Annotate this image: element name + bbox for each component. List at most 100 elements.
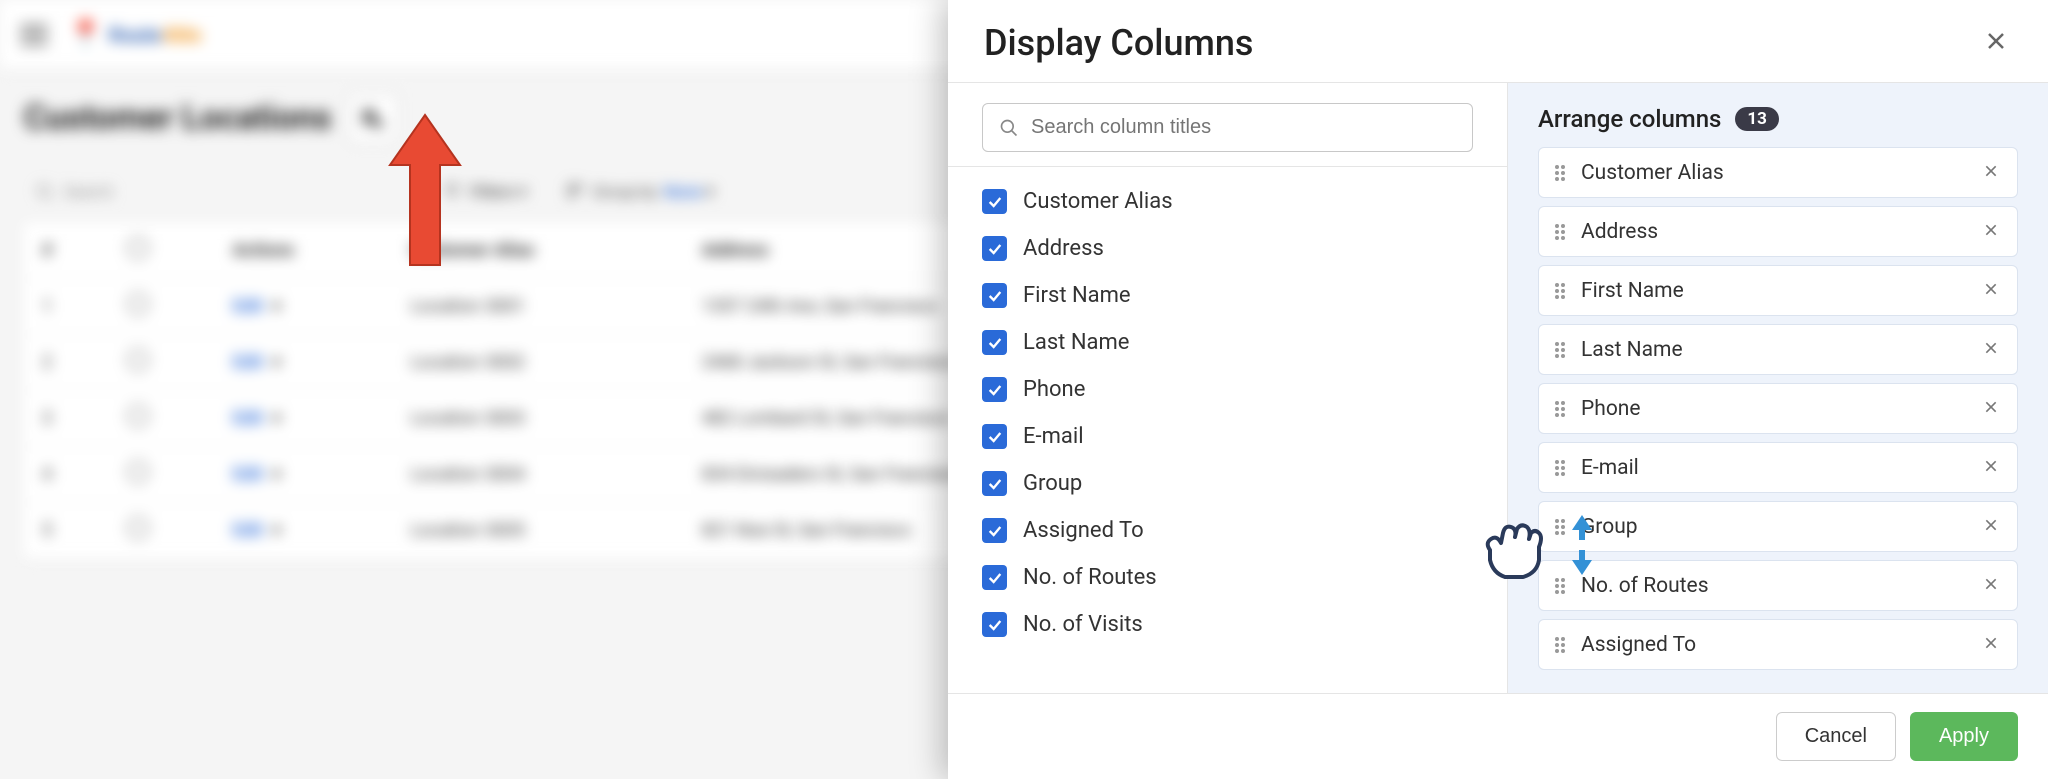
drag-handle-icon[interactable] (1553, 635, 1567, 655)
remove-column-button[interactable] (1979, 160, 2003, 185)
groupby-button[interactable]: Group by: None ▾ (567, 182, 714, 201)
arrange-item[interactable]: Last Name (1538, 324, 2018, 375)
arrange-item[interactable]: No. of Routes (1538, 560, 2018, 611)
checkbox-checked-icon (982, 424, 1007, 449)
edit-link[interactable]: Edit (232, 408, 263, 429)
column-checklist: Customer Alias Address First Name Last Name… (948, 167, 1507, 659)
close-icon (1984, 29, 2008, 53)
page-title: Customer Locations (24, 98, 331, 138)
column-search-box[interactable] (982, 103, 1473, 152)
checkbox-checked-icon (982, 283, 1007, 308)
column-checkbox-item[interactable]: Group (982, 463, 1473, 504)
column-label: Address (1023, 236, 1104, 261)
edit-link[interactable]: Edit (232, 464, 263, 485)
column-checkbox-item[interactable]: No. of Routes (982, 557, 1473, 598)
arrow-annotation (380, 105, 470, 275)
remove-column-button[interactable] (1979, 337, 2003, 362)
drag-handle-icon[interactable] (1553, 163, 1567, 183)
arrange-label: Assigned To (1581, 633, 1965, 657)
drag-handle-icon[interactable] (1553, 399, 1567, 419)
remove-column-button[interactable] (1979, 514, 2003, 539)
brand-logo: 📍 Route4Me (68, 18, 202, 51)
arrange-label: Address (1581, 220, 1965, 244)
panel-footer: Cancel Apply (948, 693, 2048, 779)
checkbox-checked-icon (982, 518, 1007, 543)
checkbox-checked-icon (982, 565, 1007, 590)
edit-link[interactable]: Edit (232, 296, 263, 317)
arrange-item[interactable]: First Name (1538, 265, 2018, 316)
column-checkbox-item[interactable]: First Name (982, 275, 1473, 316)
arrange-label: No. of Routes (1581, 574, 1965, 598)
group-icon (567, 183, 583, 199)
remove-column-button[interactable] (1979, 278, 2003, 303)
cancel-button[interactable]: Cancel (1776, 712, 1896, 761)
arrange-label: Phone (1581, 397, 1965, 421)
checkbox-checked-icon (982, 330, 1007, 355)
panel-header: Display Columns (948, 0, 2048, 83)
edit-link[interactable]: Edit (232, 352, 263, 373)
available-columns-pane: Customer Alias Address First Name Last Name… (948, 83, 1508, 693)
remove-column-button[interactable] (1979, 632, 2003, 657)
panel-title: Display Columns (984, 22, 1253, 64)
column-label: No. of Visits (1023, 612, 1143, 637)
row-checkbox[interactable] (127, 405, 149, 427)
column-label: Group (1023, 471, 1082, 496)
arrange-title: Arrange columns (1538, 105, 1721, 133)
column-checkbox-item[interactable]: E-mail (982, 416, 1473, 457)
column-search-input[interactable] (1031, 116, 1456, 139)
brand-pre: Route (109, 23, 162, 47)
column-label: Assigned To (1023, 518, 1144, 543)
edit-link[interactable]: Edit (232, 520, 263, 541)
arrange-label: Customer Alias (1581, 161, 1965, 185)
search-icon (36, 183, 54, 201)
arrange-label: Last Name (1581, 338, 1965, 362)
arrange-item[interactable]: Customer Alias (1538, 147, 2018, 198)
checkbox-checked-icon (982, 612, 1007, 637)
column-label: No. of Routes (1023, 565, 1157, 590)
arrange-item[interactable]: Assigned To (1538, 619, 2018, 670)
arrange-label: First Name (1581, 279, 1965, 303)
drag-handle-icon[interactable] (1553, 281, 1567, 301)
drag-arrows-annotation (1562, 510, 1602, 580)
arrange-item[interactable]: Phone (1538, 383, 2018, 434)
search-icon (999, 118, 1019, 138)
column-checkbox-item[interactable]: Assigned To (982, 510, 1473, 551)
column-checkbox-item[interactable]: Phone (982, 369, 1473, 410)
arrange-count-badge: 13 (1735, 107, 1779, 131)
column-checkbox-item[interactable]: Last Name (982, 322, 1473, 363)
groupby-value: None (664, 182, 702, 201)
column-label: Last Name (1023, 330, 1129, 355)
drag-handle-icon[interactable] (1553, 340, 1567, 360)
apply-button[interactable]: Apply (1910, 712, 2018, 761)
row-checkbox[interactable] (127, 461, 149, 483)
column-checkbox-item[interactable]: Address (982, 228, 1473, 269)
table-search-input[interactable]: Search (24, 174, 404, 209)
close-button[interactable] (1980, 23, 2012, 64)
col-actions: Actions (214, 223, 392, 279)
arrange-item[interactable]: E-mail (1538, 442, 2018, 493)
remove-column-button[interactable] (1979, 219, 2003, 244)
remove-column-button[interactable] (1979, 573, 2003, 598)
row-checkbox[interactable] (127, 349, 149, 371)
groupby-label: Group by: (593, 182, 660, 201)
column-label: First Name (1023, 283, 1131, 308)
row-checkbox[interactable] (127, 517, 149, 539)
arrange-columns-pane: Arrange columns 13 Customer Alias Address… (1508, 83, 2048, 693)
menu-icon[interactable] (20, 25, 48, 45)
grab-hand-annotation (1475, 515, 1555, 585)
checkbox-checked-icon (982, 189, 1007, 214)
filters-label: Filters (470, 182, 515, 201)
remove-column-button[interactable] (1979, 396, 2003, 421)
display-columns-panel: Display Columns Customer Alias Address Fir… (948, 0, 2048, 779)
remove-column-button[interactable] (1979, 455, 2003, 480)
column-checkbox-item[interactable]: Customer Alias (982, 181, 1473, 222)
checkbox-checked-icon (982, 377, 1007, 402)
column-label: Customer Alias (1023, 189, 1173, 214)
drag-handle-icon[interactable] (1553, 458, 1567, 478)
column-checkbox-item[interactable]: No. of Visits (982, 604, 1473, 645)
arrange-item[interactable]: Group (1538, 501, 2018, 552)
row-checkbox[interactable] (127, 293, 149, 315)
arrange-item[interactable]: Address (1538, 206, 2018, 257)
drag-handle-icon[interactable] (1553, 222, 1567, 242)
select-all-checkbox[interactable] (127, 237, 149, 259)
